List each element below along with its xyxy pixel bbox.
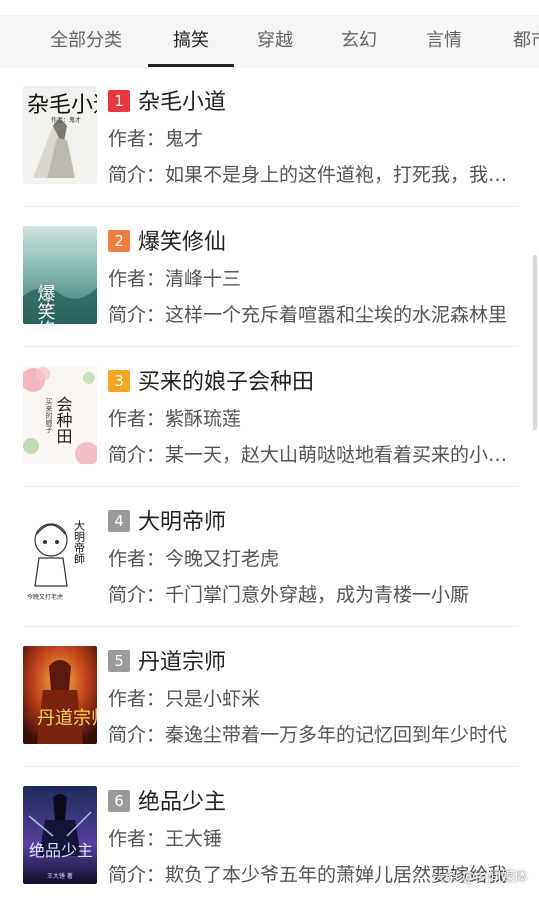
book-author: 作者：只是小虾米 xyxy=(108,688,261,710)
tab-fantasy[interactable]: 玄幻 xyxy=(328,16,390,68)
cover-author: 王大锤 著 xyxy=(47,872,73,880)
list-item[interactable]: 丹道宗师 5 丹道宗师 作者：只是小虾米 简介：秦逸尘带着一万多年的记忆回到年少… xyxy=(0,627,539,767)
book-title[interactable]: 买来的娘子会种田 xyxy=(138,364,314,396)
book-cover[interactable]: 会种田 买来的娘子 xyxy=(23,366,97,464)
book-intro: 简介：这样一个充斥着喧嚣和尘埃的水泥森林里 xyxy=(108,304,508,326)
cover-title: 大明帝師 xyxy=(73,519,86,564)
book-author: 作者：紫酥琉莲 xyxy=(108,408,242,430)
tab-romance[interactable]: 言情 xyxy=(413,16,475,68)
list-item[interactable]: 爆笑修仙 2 爆笑修仙 作者：清峰十三 简介：这样一个充斥着喧嚣和尘埃的水泥森林… xyxy=(0,207,539,347)
watermark: 头条 @乡间媒体 xyxy=(432,870,528,885)
book-title[interactable]: 爆笑修仙 xyxy=(138,224,226,256)
book-title[interactable]: 杂毛小道 xyxy=(138,84,226,116)
book-title[interactable]: 绝品少主 xyxy=(138,784,226,816)
book-cover[interactable]: 大明帝師 今晚又打老虎 xyxy=(23,506,97,604)
cover-author: 作者：鬼才 xyxy=(51,116,81,124)
rank-badge: 3 xyxy=(108,370,130,392)
cover-author: 买来的娘子 xyxy=(45,398,53,433)
book-cover[interactable]: 丹道宗师 xyxy=(23,646,97,744)
rank-badge: 5 xyxy=(108,650,130,672)
cover-author: 今晚又打老虎 xyxy=(27,593,63,601)
book-author: 作者：清峰十三 xyxy=(108,268,242,290)
cover-title: 会种田 xyxy=(54,396,73,444)
scrollbar[interactable] xyxy=(533,255,537,430)
book-author: 作者：今晚又打老虎 xyxy=(108,548,280,570)
book-author: 作者：鬼才 xyxy=(108,128,204,150)
category-tab-bar: 全部分类 搞笑 穿越 玄幻 言情 都市 xyxy=(0,15,539,68)
cover-title: 丹道宗师 xyxy=(37,708,97,729)
book-author: 作者：王大锤 xyxy=(108,828,223,850)
list-item[interactable]: 杂毛小道 作者：鬼才 1 杂毛小道 作者：鬼才 简介：如果不是身上的这件道袍，打… xyxy=(0,67,539,207)
rank-badge: 1 xyxy=(108,90,130,112)
list-item[interactable]: 大明帝師 今晚又打老虎 4 大明帝师 作者：今晚又打老虎 简介：千门掌门意外穿越… xyxy=(0,487,539,627)
book-intro: 简介：千门掌门意外穿越，成为青楼一小厮 xyxy=(108,584,470,606)
tab-funny[interactable]: 搞笑 xyxy=(148,16,234,68)
tab-time-travel[interactable]: 穿越 xyxy=(244,16,306,68)
cover-title: 爆笑修仙 xyxy=(35,284,56,324)
book-title[interactable]: 丹道宗师 xyxy=(138,644,226,676)
rank-badge: 2 xyxy=(108,230,130,252)
cover-title: 绝品少主 xyxy=(29,841,93,860)
list-item[interactable]: 绝品少主 王大锤 著 6 绝品少主 作者：王大锤 简介：欺负了本少爷五年的萧婵儿… xyxy=(0,767,539,907)
list-item[interactable]: 会种田 买来的娘子 3 买来的娘子会种田 作者：紫酥琉莲 简介：某一天，赵大山萌… xyxy=(0,347,539,487)
rank-badge: 6 xyxy=(108,790,130,812)
book-intro: 简介：某一天，赵大山萌哒哒地看着买来的小娘子 xyxy=(108,444,520,466)
book-cover[interactable]: 绝品少主 王大锤 著 xyxy=(23,786,97,884)
book-cover[interactable]: 杂毛小道 作者：鬼才 xyxy=(23,86,97,184)
book-intro: 简介：如果不是身上的这件道袍，打死我，我也不会相信 xyxy=(108,164,520,186)
tab-all-categories[interactable]: 全部分类 xyxy=(38,16,134,68)
book-title[interactable]: 大明帝师 xyxy=(138,504,226,536)
book-cover[interactable]: 爆笑修仙 xyxy=(23,226,97,324)
cover-title: 杂毛小道 xyxy=(27,93,97,118)
tab-urban[interactable]: 都市 xyxy=(500,16,539,68)
book-intro: 简介：秦逸尘带着一万多年的记忆回到年少时代 xyxy=(108,724,508,746)
rank-badge: 4 xyxy=(108,510,130,532)
